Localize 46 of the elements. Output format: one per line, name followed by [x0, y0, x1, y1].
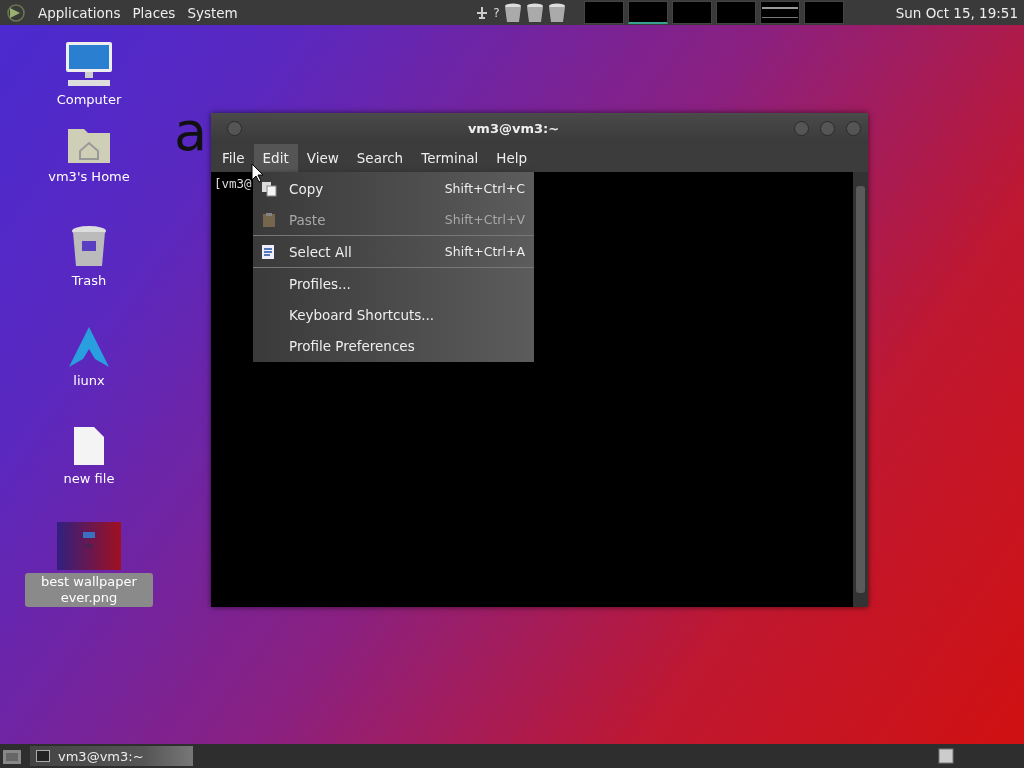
workspace-thumbnail[interactable]: [715, 1, 756, 24]
clipboard-icon: [261, 211, 277, 228]
scrollbar[interactable]: [853, 172, 868, 607]
trash-icon[interactable]: [547, 2, 566, 23]
menu-entry[interactable]: Profiles...: [253, 268, 534, 299]
arch-logo-icon: [67, 325, 111, 369]
panel-menu[interactable]: Applications: [38, 4, 121, 21]
workspace-thumbnail[interactable]: [671, 1, 712, 24]
icon-label[interactable]: vm3's Home: [45, 168, 133, 186]
taskbar-button[interactable]: vm3@vm3:~: [30, 746, 193, 766]
menu-entry[interactable]: Profile Preferences: [253, 330, 534, 361]
terminal-icon: [36, 750, 50, 762]
workspace-thumbnail[interactable]: [583, 1, 624, 24]
icon-label[interactable]: new file: [60, 470, 118, 488]
menu-logo-icon[interactable]: [6, 2, 26, 23]
trash-icon[interactable]: [525, 2, 544, 23]
menu-entry[interactable]: Copy Shift+Ctrl+C: [253, 173, 534, 204]
menu-entry[interactable]: Select All Shift+Ctrl+A: [253, 236, 534, 267]
icon-label[interactable]: liunx: [70, 372, 108, 390]
trash-icon: [70, 225, 108, 269]
menu-item[interactable]: Help: [487, 143, 537, 172]
panel-menu[interactable]: System: [187, 4, 238, 21]
clock[interactable]: Sun Oct 15, 19:51: [895, 4, 1018, 21]
window-title: vm3@vm3:~: [466, 120, 561, 136]
computer-icon: [64, 40, 114, 88]
menu-entry[interactable]: Keyboard Shortcuts...: [253, 299, 534, 330]
document-icon: [261, 243, 275, 260]
terminal-prompt: [vm3@: [213, 175, 253, 193]
menu-item[interactable]: Edit: [253, 143, 298, 172]
help-status[interactable]: ?: [493, 5, 500, 20]
show-desktop-icon[interactable]: [2, 747, 22, 765]
menu-item[interactable]: File: [213, 143, 254, 172]
panel-menu[interactable]: Places: [132, 4, 176, 21]
file-icon: [72, 425, 106, 467]
icon-label[interactable]: Computer: [53, 91, 125, 109]
menu-item[interactable]: View: [297, 143, 348, 172]
copy-icon: [261, 180, 277, 197]
stray-letter: a: [174, 105, 208, 159]
workspace-thumbnail[interactable]: [759, 1, 800, 24]
icon-label[interactable]: Trash: [68, 272, 110, 290]
workspace-thumbnail[interactable]: [803, 1, 844, 24]
trash-icon[interactable]: [503, 2, 522, 23]
menu-item[interactable]: Search: [347, 143, 413, 172]
menu-item[interactable]: Terminal: [412, 143, 488, 172]
workspace-indicator-icon[interactable]: [938, 748, 954, 764]
workspace-thumbnail[interactable]: [627, 1, 668, 24]
